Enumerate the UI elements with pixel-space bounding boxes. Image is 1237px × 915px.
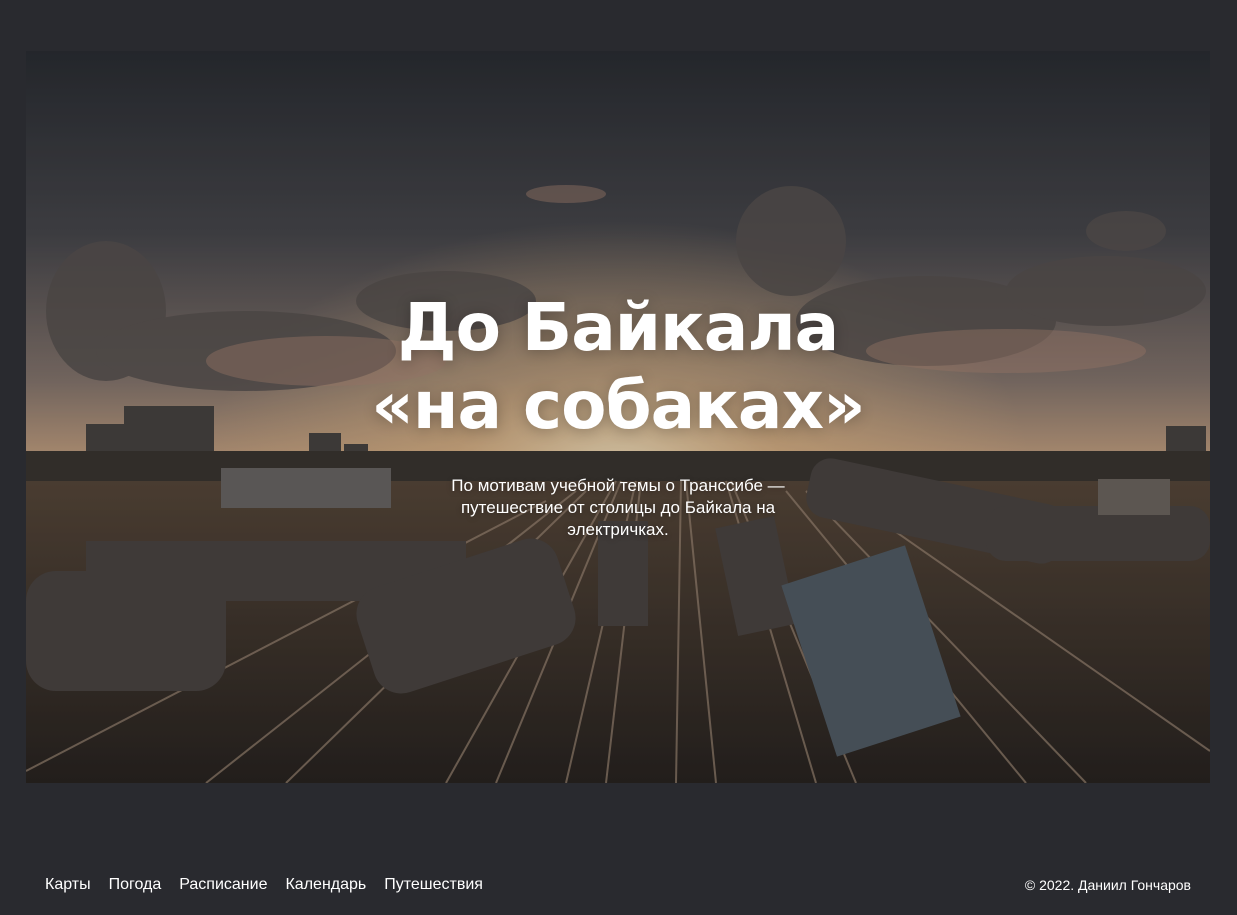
page-title: До Байкала «на собаках» (26, 289, 1210, 445)
footer-link-calendar[interactable]: Календарь (285, 876, 366, 894)
hero-banner: До Байкала «на собаках» По мотивам учебн… (26, 51, 1210, 783)
hero-subtitle: По мотивам учебной темы о Транссибе — пу… (451, 476, 785, 539)
footer-link-travel[interactable]: Путешествия (384, 876, 483, 894)
copyright: © 2022. Даниил Гончаров (1024, 877, 1191, 893)
footer-link-schedule[interactable]: Расписание (179, 876, 267, 894)
title-line-2: «на собаках» (371, 367, 865, 444)
title-line-1: До Байкала (397, 289, 839, 366)
site-footer: Карты Погода Расписание Календарь Путеше… (45, 872, 1191, 898)
footer-nav: Карты Погода Расписание Календарь Путеше… (45, 876, 483, 894)
footer-link-maps[interactable]: Карты (45, 876, 91, 894)
footer-link-weather[interactable]: Погода (109, 876, 162, 894)
